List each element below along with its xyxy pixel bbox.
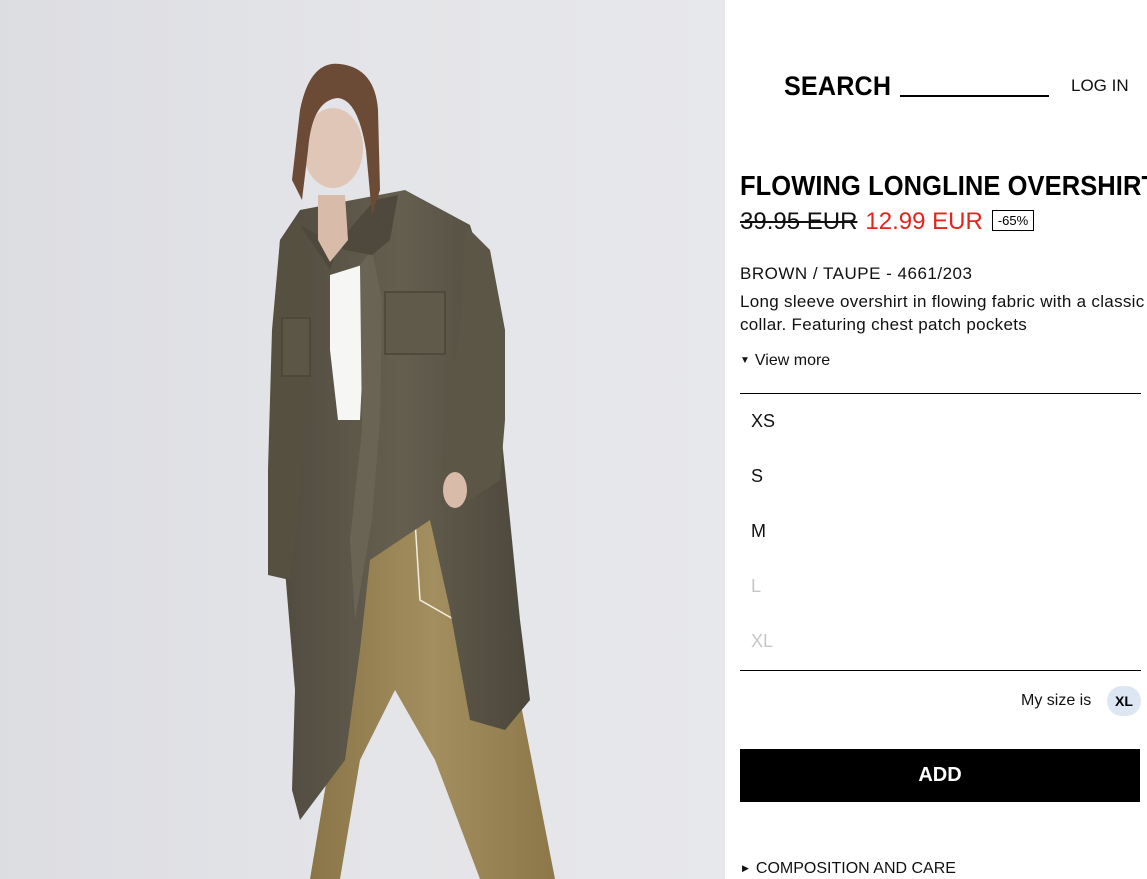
view-more-toggle[interactable]: ▼ View more bbox=[740, 352, 830, 370]
product-description: Long sleeve overshirt in flowing fabric … bbox=[740, 292, 1145, 334]
size-list: XS S M L XL bbox=[740, 394, 1141, 669]
model-photo bbox=[0, 0, 725, 879]
product-image[interactable] bbox=[0, 0, 725, 879]
divider bbox=[740, 670, 1141, 671]
composition-and-care-label: COMPOSITION AND CARE bbox=[755, 860, 956, 877]
my-size-label: My size is bbox=[1021, 692, 1092, 709]
product-panel: SEARCH LOG IN FLOWING LONGLINE OVERSHIRT… bbox=[725, 0, 1147, 879]
size-option-xs[interactable]: XS bbox=[740, 394, 1141, 449]
size-option-l: L bbox=[751, 576, 762, 596]
sale-price: 12.99 EUR bbox=[865, 208, 983, 235]
color-reference: BROWN / TAUPE - 4661/203 bbox=[740, 264, 973, 283]
size-option-s[interactable]: S bbox=[740, 449, 1141, 504]
size-option-m[interactable]: M bbox=[740, 504, 1141, 559]
product-title: FLOWING LONGLINE OVERSHIRT bbox=[740, 170, 1147, 201]
old-price: 39.95 EUR bbox=[740, 208, 858, 235]
search-input-underline[interactable] bbox=[900, 95, 1049, 97]
add-to-cart-button[interactable]: ADD bbox=[740, 749, 1140, 802]
composition-and-care-toggle[interactable]: ▶ COMPOSITION AND CARE bbox=[742, 860, 956, 878]
search-label[interactable]: SEARCH bbox=[784, 71, 891, 102]
size-option-xl: XL bbox=[751, 631, 774, 651]
my-size-badge[interactable]: XL bbox=[1107, 686, 1141, 716]
view-more-label: View more bbox=[754, 352, 831, 369]
discount-badge: -65% bbox=[991, 210, 1035, 231]
login-link[interactable]: LOG IN bbox=[1071, 76, 1129, 96]
price-row: 39.95 EUR 12.99 EUR -65% bbox=[740, 208, 1035, 238]
caret-down-icon: ▼ bbox=[740, 355, 750, 366]
caret-right-icon: ▶ bbox=[742, 863, 749, 873]
